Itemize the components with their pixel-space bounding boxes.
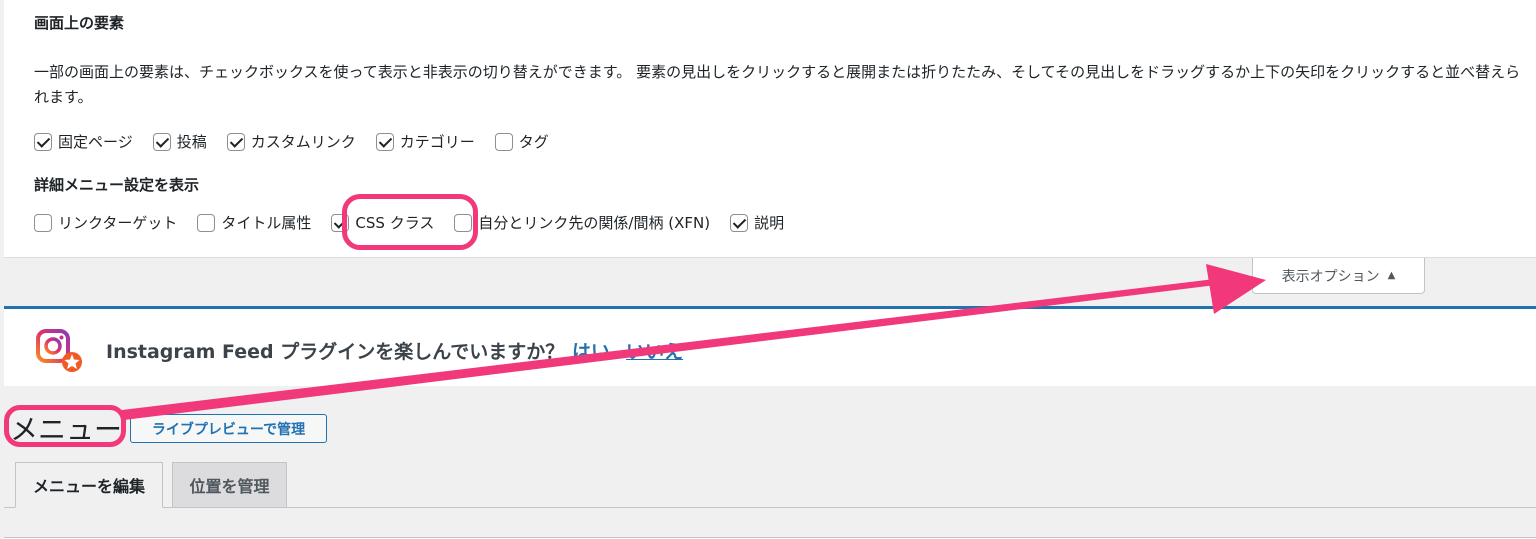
- checkbox-label: 固定ページ: [58, 133, 133, 151]
- live-preview-button[interactable]: ライブプレビューで管理: [130, 414, 327, 443]
- box-pages-toggle[interactable]: 固定ページ: [34, 131, 133, 152]
- box-custom-links-toggle[interactable]: カスタムリンク: [226, 131, 356, 152]
- checkbox-label: 説明: [754, 214, 785, 232]
- screen-options-title: 画面上の要素: [34, 14, 125, 32]
- notice-text: Instagram Feed プラグインを楽しんでいますか？: [106, 341, 565, 363]
- checkbox-label: タグ: [518, 133, 549, 151]
- caret-up-icon: ▲: [1387, 270, 1396, 281]
- checkbox-label: カテゴリー: [399, 133, 475, 151]
- checkbox-label: リンクターゲット: [58, 214, 178, 232]
- box-posts-toggle[interactable]: 投稿: [152, 131, 207, 152]
- checkbox-label: カスタムリンク: [250, 133, 356, 151]
- menu-title-highlight-annotation: [4, 405, 126, 447]
- adv-description-toggle[interactable]: 説明: [730, 212, 784, 233]
- checkbox-checked[interactable]: [34, 132, 52, 151]
- checkbox-label: 投稿: [176, 133, 207, 151]
- boxes-checkbox-row: 固定ページ 投稿 カスタムリンク カテゴリー タグ: [34, 131, 569, 152]
- adv-title-attribute-toggle[interactable]: タイトル属性: [197, 212, 311, 233]
- checkbox-checked[interactable]: [152, 132, 171, 151]
- screen-options-toggle-label: 表示オプション: [1281, 268, 1380, 285]
- instagram-feed-icon: [36, 329, 82, 372]
- checkbox-checked[interactable]: [730, 213, 749, 232]
- checkbox-label: タイトル属性: [221, 214, 312, 232]
- screen-options-panel: 画面上の要素 一部の画面上の要素は、チェックボックスを使って表示と非表示の切り替…: [4, 0, 1536, 258]
- checkbox-unchecked[interactable]: [494, 132, 513, 151]
- screen-options-toggle-button[interactable]: 表示オプション ▲: [1252, 258, 1425, 294]
- notice-yes-link[interactable]: はい: [572, 337, 610, 364]
- advanced-properties-heading: 詳細メニュー設定を表示: [34, 176, 200, 194]
- screen-options-description: 一部の画面上の要素は、チェックボックスを使って表示と非表示の切り替えができます。…: [34, 63, 1521, 106]
- tab-edit-menus[interactable]: メニューを編集: [15, 462, 163, 508]
- instagram-feed-notice: Instagram Feed プラグインを楽しんでいますか？ はい いいえ: [4, 306, 1536, 386]
- adv-xfn-toggle[interactable]: 自分とリンク先の関係/間柄 (XFN): [454, 212, 710, 233]
- adv-link-target-toggle[interactable]: リンクターゲット: [34, 212, 177, 233]
- checkbox-unchecked[interactable]: [34, 213, 52, 232]
- checkbox-unchecked[interactable]: [197, 213, 216, 232]
- tab-manage-locations[interactable]: 位置を管理: [172, 462, 287, 508]
- notice-no-link[interactable]: いいえ: [626, 337, 683, 364]
- checkbox-checked[interactable]: [226, 132, 245, 151]
- checkbox-checked[interactable]: [375, 132, 394, 151]
- box-categories-toggle[interactable]: カテゴリー: [375, 131, 475, 152]
- checkbox-label: 自分とリンク先の関係/間柄 (XFN): [478, 214, 711, 232]
- css-classes-highlight-annotation: [342, 194, 478, 250]
- box-tags-toggle[interactable]: タグ: [494, 131, 549, 152]
